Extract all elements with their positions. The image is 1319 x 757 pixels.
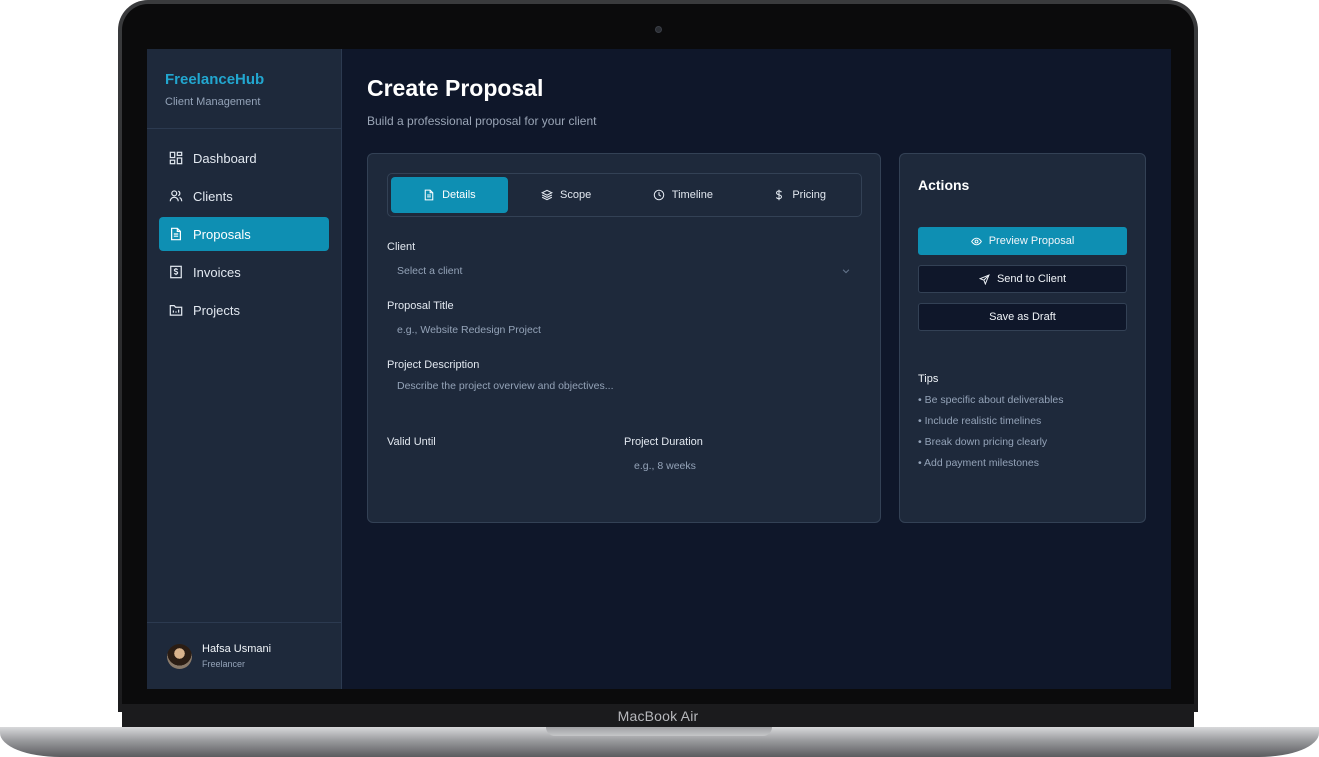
valid-until-field: Valid Until xyxy=(387,436,624,475)
save-as-draft-label: Save as Draft xyxy=(989,311,1056,323)
proposal-title-label: Proposal Title xyxy=(387,300,454,312)
tip-item: • Break down pricing clearly xyxy=(918,436,1048,448)
laptop-chin: MacBook Air xyxy=(122,704,1194,728)
brand: FreelanceHub Client Management xyxy=(147,49,341,129)
proposal-tabs: Details Scope Timeline Pricing xyxy=(387,173,862,217)
sidebar-item-label: Clients xyxy=(193,188,233,204)
tab-pricing[interactable]: Pricing xyxy=(741,177,858,213)
project-duration-label: Project Duration xyxy=(624,436,703,448)
proposal-title-placeholder: e.g., Website Redesign Project xyxy=(397,324,541,336)
project-description-textarea[interactable]: Describe the project overview and object… xyxy=(387,380,861,416)
client-select[interactable]: Select a client xyxy=(387,262,861,280)
folder-icon xyxy=(169,303,183,317)
tips-title: Tips xyxy=(918,373,939,385)
project-description-placeholder: Describe the project overview and object… xyxy=(397,380,614,392)
sidebar-item-clients[interactable]: Clients xyxy=(159,179,329,213)
avatar xyxy=(167,643,192,669)
description-field: Project Description Describe the project… xyxy=(387,359,861,416)
tip-item: • Include realistic timelines xyxy=(918,415,1042,427)
sidebar: FreelanceHub Client Management Dashboard… xyxy=(147,49,342,689)
brand-name[interactable]: FreelanceHub xyxy=(165,71,323,88)
sidebar-item-label: Dashboard xyxy=(193,150,257,166)
file-icon xyxy=(424,189,434,201)
laptop-notch xyxy=(546,727,772,736)
sidebar-item-proposals[interactable]: Proposals xyxy=(159,217,329,251)
sidebar-nav: Dashboard Clients Proposals Invoices Pro… xyxy=(147,129,341,339)
send-to-client-label: Send to Client xyxy=(996,273,1067,285)
dollar-file-icon xyxy=(169,265,183,279)
tab-details[interactable]: Details xyxy=(391,177,508,213)
send-icon xyxy=(978,273,990,285)
user-role: Freelancer xyxy=(202,659,246,669)
dollar-icon xyxy=(776,189,783,201)
layers-icon xyxy=(541,189,554,201)
main-content: Create Proposal Build a professional pro… xyxy=(342,49,1171,689)
camera-icon xyxy=(655,26,662,33)
tab-label: Details xyxy=(442,189,476,201)
preview-proposal-label: Preview Proposal xyxy=(988,235,1075,247)
app-screen: FreelanceHub Client Management Dashboard… xyxy=(147,49,1171,689)
users-icon xyxy=(169,189,183,203)
valid-until-input[interactable] xyxy=(387,457,624,475)
clock-icon xyxy=(653,189,665,201)
project-duration-input[interactable]: e.g., 8 weeks xyxy=(624,457,861,475)
sidebar-item-label: Invoices xyxy=(193,264,241,280)
send-to-client-button[interactable]: Send to Client xyxy=(918,265,1127,293)
tab-label: Scope xyxy=(560,189,592,201)
title-field: Proposal Title e.g., Website Redesign Pr… xyxy=(387,300,861,339)
proposal-title-input[interactable]: e.g., Website Redesign Project xyxy=(387,321,861,339)
sidebar-item-label: Proposals xyxy=(193,226,251,242)
eye-icon xyxy=(970,237,982,245)
grid-icon xyxy=(169,151,183,165)
user-profile[interactable]: Hafsa Usmani Freelancer xyxy=(147,622,341,689)
actions-card: Actions Preview Proposal Send to Client … xyxy=(899,153,1146,523)
page-title: Create Proposal xyxy=(367,75,544,101)
tab-label: Timeline xyxy=(671,189,713,201)
preview-proposal-button[interactable]: Preview Proposal xyxy=(918,227,1127,255)
proposal-form-card: Details Scope Timeline Pricing Client Se… xyxy=(367,153,881,523)
actions-title: Actions xyxy=(918,177,970,193)
tab-timeline[interactable]: Timeline xyxy=(625,177,742,213)
user-name: Hafsa Usmani xyxy=(202,643,272,655)
tip-item: • Add payment milestones xyxy=(918,457,1039,469)
device-label: MacBook Air xyxy=(617,708,699,724)
duration-field: Project Duration e.g., 8 weeks xyxy=(624,436,861,475)
brand-subtitle: Client Management xyxy=(165,96,261,108)
valid-until-label: Valid Until xyxy=(387,436,436,448)
tab-label: Pricing xyxy=(792,189,826,201)
sidebar-item-dashboard[interactable]: Dashboard xyxy=(159,141,329,175)
tip-item: • Be specific about deliverables xyxy=(918,394,1064,406)
sidebar-item-label: Projects xyxy=(193,302,240,318)
client-field: Client Select a client xyxy=(387,241,861,280)
save-as-draft-button[interactable]: Save as Draft xyxy=(918,303,1127,331)
chevron-down-icon xyxy=(842,269,850,274)
sidebar-item-invoices[interactable]: Invoices xyxy=(159,255,329,289)
sidebar-item-projects[interactable]: Projects xyxy=(159,293,329,327)
project-duration-placeholder: e.g., 8 weeks xyxy=(634,460,696,472)
tab-scope[interactable]: Scope xyxy=(508,177,625,213)
project-description-label: Project Description xyxy=(387,359,480,371)
date-duration-row: Valid Until Project Duration e.g., 8 wee… xyxy=(387,436,861,475)
file-icon xyxy=(169,227,183,241)
client-label: Client xyxy=(387,241,416,253)
page-subtitle: Build a professional proposal for your c… xyxy=(367,114,597,128)
client-placeholder: Select a client xyxy=(397,265,463,277)
